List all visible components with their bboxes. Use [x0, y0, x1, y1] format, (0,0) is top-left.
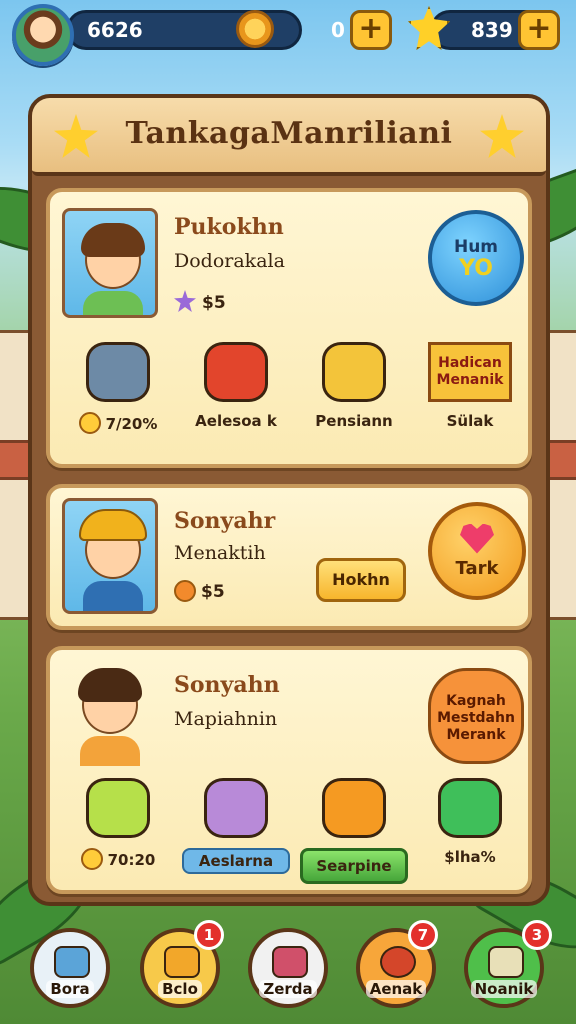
- character-portrait: [62, 498, 158, 614]
- reward-item-label: 70:20: [107, 851, 156, 869]
- character-stat-value: $5: [201, 582, 225, 602]
- nav-label: Aenak: [365, 980, 427, 998]
- character-card[interactable]: Sonyahn Mapiahnin Kagnah Mestdahn Merank…: [46, 646, 532, 894]
- coin-icon: [236, 10, 274, 48]
- reward-item-label: $lha%: [444, 848, 496, 866]
- add-coins-button[interactable]: +: [350, 10, 392, 50]
- reward-item-label: Aelesoa k: [195, 412, 277, 430]
- coin-balance: 6626: [87, 18, 143, 42]
- hokhn-button[interactable]: Hokhn: [316, 558, 406, 602]
- reward-item[interactable]: Aelesoa k: [182, 342, 290, 430]
- tark-button[interactable]: Tark: [428, 502, 526, 600]
- reward-item[interactable]: $lha%: [416, 778, 524, 866]
- seal-icon: [86, 342, 150, 402]
- reward-item-label: Pensiann: [315, 412, 393, 430]
- cat-icon: [86, 778, 150, 838]
- crate-icon: [164, 946, 200, 978]
- panel-title: TankagaManriliani: [125, 116, 453, 151]
- gem-icon: [438, 778, 502, 838]
- kettle-icon: [54, 946, 90, 978]
- cube-icon: [272, 946, 308, 978]
- star-balance: 839: [471, 18, 513, 42]
- add-stars-button[interactable]: +: [518, 10, 560, 50]
- hum-yo-button[interactable]: Hum YO: [428, 210, 524, 306]
- reward-item[interactable]: 70:20: [64, 778, 172, 870]
- fruit-icon: [204, 342, 268, 402]
- character-stat: $5: [174, 290, 226, 313]
- reward-item[interactable]: Hadican Menanik Sülak: [416, 342, 524, 430]
- map-icon: [488, 946, 524, 978]
- coins-heart-icon: [322, 342, 386, 402]
- character-name: Pukokhn: [174, 214, 284, 240]
- hum-yo-button-line2: YO: [459, 256, 493, 281]
- reward-item-label: 7/20%: [105, 415, 158, 433]
- notification-badge: 7: [408, 920, 438, 950]
- panel-header: TankagaManriliani: [32, 98, 546, 176]
- heart-icon: [460, 523, 494, 554]
- tark-button-label: Tark: [455, 557, 499, 579]
- character-portrait: [62, 208, 158, 318]
- kagnah-badge[interactable]: Kagnah Mestdahn Merank: [428, 668, 524, 764]
- character-card[interactable]: Sonyahr Menaktih $5 Hokhn Tark: [46, 484, 532, 630]
- reward-item[interactable]: Pensiann: [300, 342, 408, 430]
- notification-badge: 1: [194, 920, 224, 950]
- hum-yo-button-line1: Hum: [453, 237, 499, 257]
- sign-icon: Hadican Menanik: [428, 342, 512, 402]
- nav-zerda[interactable]: Zerda: [248, 928, 328, 1008]
- nav-label: Bora: [46, 980, 94, 998]
- top-hud: 6626 0 + 839 +: [0, 0, 576, 66]
- character-name: Sonyahr: [174, 508, 276, 534]
- reward-item-label: Sülak: [446, 412, 494, 430]
- coin-icon: [78, 412, 101, 434]
- character-stat-value: $5: [202, 293, 226, 313]
- player-avatar[interactable]: [12, 4, 74, 66]
- notification-badge: 3: [522, 920, 552, 950]
- character-portrait: [62, 656, 158, 766]
- reward-item[interactable]: Aeslarna: [182, 778, 290, 874]
- orange-icon: [322, 778, 386, 838]
- searpine-button[interactable]: Searpine: [300, 848, 408, 884]
- bowl-icon: [174, 580, 196, 602]
- character-subtitle: Dodorakala: [174, 250, 285, 272]
- reward-item[interactable]: 7/20%: [64, 342, 172, 434]
- middle-balance: 0: [331, 18, 345, 42]
- main-panel: TankagaManriliani Pukokhn Dodorakala $5 …: [28, 94, 550, 906]
- cake-icon: [204, 778, 268, 838]
- nav-label: Noanik: [470, 980, 538, 998]
- nav-bora[interactable]: Bora: [30, 928, 110, 1008]
- nav-label: Zerda: [259, 980, 317, 998]
- character-card[interactable]: Pukokhn Dodorakala $5 Hum YO 7/20% Aeles…: [46, 188, 532, 468]
- character-stat: $5: [174, 580, 225, 602]
- character-subtitle: Menaktih: [174, 542, 266, 564]
- character-name: Sonyahn: [174, 672, 280, 698]
- tomato-icon: [380, 946, 416, 978]
- reward-item[interactable]: Searpine: [300, 778, 408, 884]
- reward-item-label: Aeslarna: [182, 848, 290, 874]
- nav-label: Bclo: [158, 980, 202, 998]
- coin-icon: [80, 848, 103, 870]
- bottom-navigation: Bora Bclo 1 Zerda Aenak 7 Noanik 3: [0, 918, 576, 1024]
- character-subtitle: Mapiahnin: [174, 708, 278, 730]
- purple-star-icon: [174, 290, 196, 312]
